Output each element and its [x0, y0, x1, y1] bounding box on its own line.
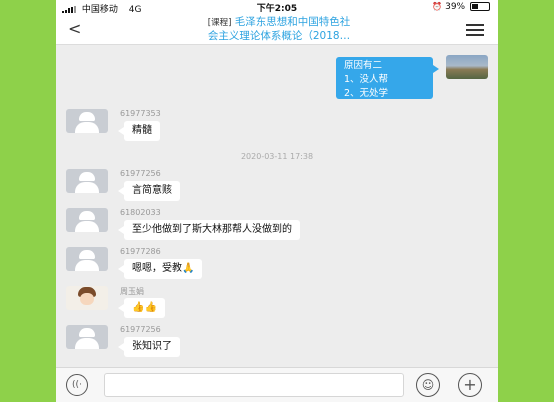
avatar[interactable] — [66, 247, 108, 271]
self-message-line: 原因有二 — [344, 60, 383, 71]
avatar[interactable] — [66, 208, 108, 232]
self-avatar[interactable] — [446, 55, 488, 79]
message-bubble[interactable]: 嗯嗯，受教🙏 — [117, 259, 203, 279]
sender-name: 61977353 — [120, 109, 161, 118]
message-bubble[interactable]: 张知识了 — [118, 337, 180, 357]
sender-name: 61977256 — [120, 325, 161, 334]
plus-icon[interactable]: + — [458, 373, 482, 397]
sender-name: 61802033 — [120, 208, 161, 217]
emoji-icon[interactable]: ☺ — [416, 373, 440, 397]
avatar[interactable] — [66, 109, 108, 133]
alarm-icon: ⏰ — [432, 2, 443, 11]
status-bar: 中国移动 4G 下午2:05 ⏰ 39% — [56, 0, 498, 15]
message-bubble[interactable]: 👍👍 — [118, 298, 165, 318]
battery-icon — [470, 2, 490, 11]
chevron-left-icon[interactable]: < — [68, 19, 81, 38]
message-bubble[interactable]: 至少他做到了斯大林那帮人没做到的 — [118, 220, 300, 240]
chat-title: [课程] 毛泽东思想和中国特色社 会主义理论体系概论（2018… — [166, 16, 392, 43]
chat-area[interactable]: 原因有二 1、没人帮 2、无处学 61977353 精髓 2020-03-11 … — [56, 45, 498, 365]
chat-header: < [课程] 毛泽东思想和中国特色社 会主义理论体系概论（2018… — [56, 14, 498, 45]
avatar[interactable] — [66, 169, 108, 193]
voice-icon[interactable]: ((· — [66, 374, 88, 396]
sender-name: 61977286 — [120, 247, 161, 256]
chat-title-line2: 会主义理论体系概论（2018… — [207, 30, 351, 42]
avatar[interactable] — [66, 286, 108, 310]
self-message-line: 2、无处学 — [344, 88, 389, 99]
avatar[interactable] — [66, 325, 108, 349]
input-bar: ((· ☺ + — [56, 367, 498, 402]
status-right: ⏰ 39% — [432, 2, 490, 12]
message-bubble[interactable]: 言简意赅 — [118, 181, 180, 201]
sender-name: 周玉娟 — [120, 287, 144, 296]
sender-name: 61977256 — [120, 169, 161, 178]
battery-percent: 39% — [445, 2, 466, 12]
message-bubble[interactable]: 精髓 — [118, 121, 160, 141]
timestamp: 2020-03-11 17:38 — [240, 152, 314, 161]
self-message-bubble[interactable]: 原因有二 1、没人帮 2、无处学 — [336, 57, 439, 99]
menu-icon[interactable] — [466, 24, 484, 39]
phone-screen: 中国移动 4G 下午2:05 ⏰ 39% < [课程] 毛泽东思想和中国特色社 … — [56, 0, 498, 402]
message-input[interactable] — [104, 373, 404, 397]
course-tag: [课程] — [207, 18, 232, 28]
chat-title-line1: 毛泽东思想和中国特色社 — [234, 16, 351, 28]
self-message-line: 1、没人帮 — [344, 74, 389, 85]
green-frame: 中国移动 4G 下午2:05 ⏰ 39% < [课程] 毛泽东思想和中国特色社 … — [0, 0, 554, 402]
